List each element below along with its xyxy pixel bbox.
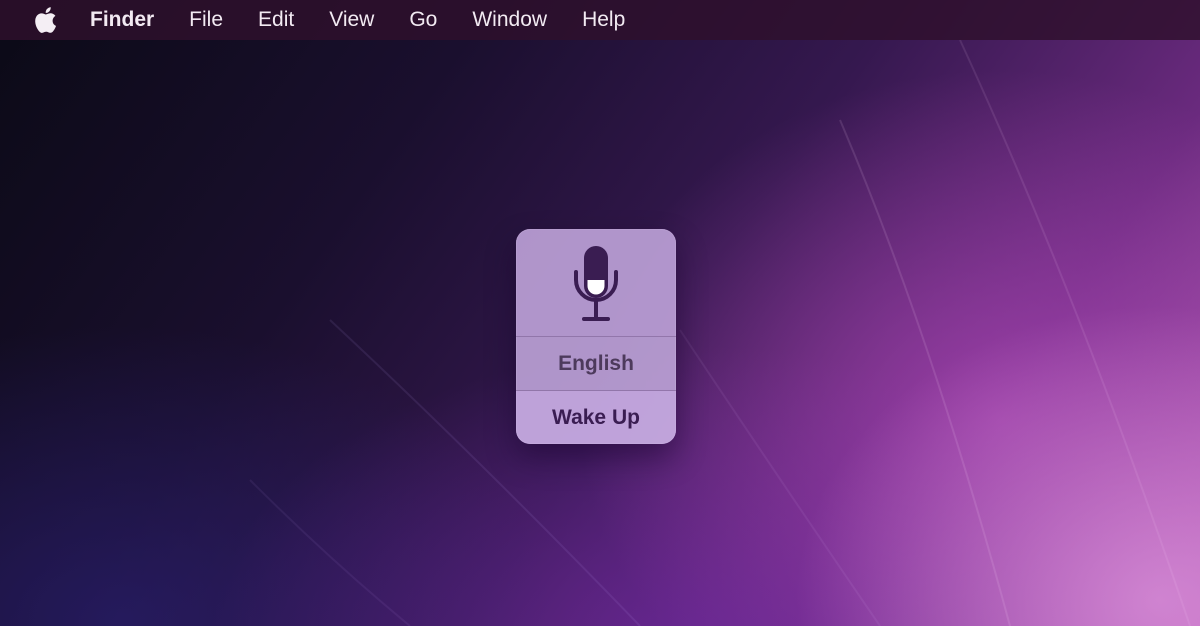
- menu-item-file[interactable]: File: [189, 0, 223, 40]
- menu-app-name[interactable]: Finder: [90, 0, 154, 40]
- menu-item-help[interactable]: Help: [582, 0, 625, 40]
- menu-item-edit[interactable]: Edit: [258, 0, 294, 40]
- menu-bar: Finder File Edit View Go Window Help: [0, 0, 1200, 40]
- dictation-language-button[interactable]: English: [516, 337, 676, 391]
- dictation-wake-up-button[interactable]: Wake Up: [516, 391, 676, 444]
- menu-item-window[interactable]: Window: [472, 0, 547, 40]
- menu-item-go[interactable]: Go: [409, 0, 437, 40]
- microphone-icon: [574, 245, 618, 321]
- menu-item-view[interactable]: View: [329, 0, 374, 40]
- dictation-mic-button[interactable]: [516, 229, 676, 337]
- apple-logo-icon[interactable]: [32, 5, 58, 35]
- dictation-panel: English Wake Up: [516, 229, 676, 444]
